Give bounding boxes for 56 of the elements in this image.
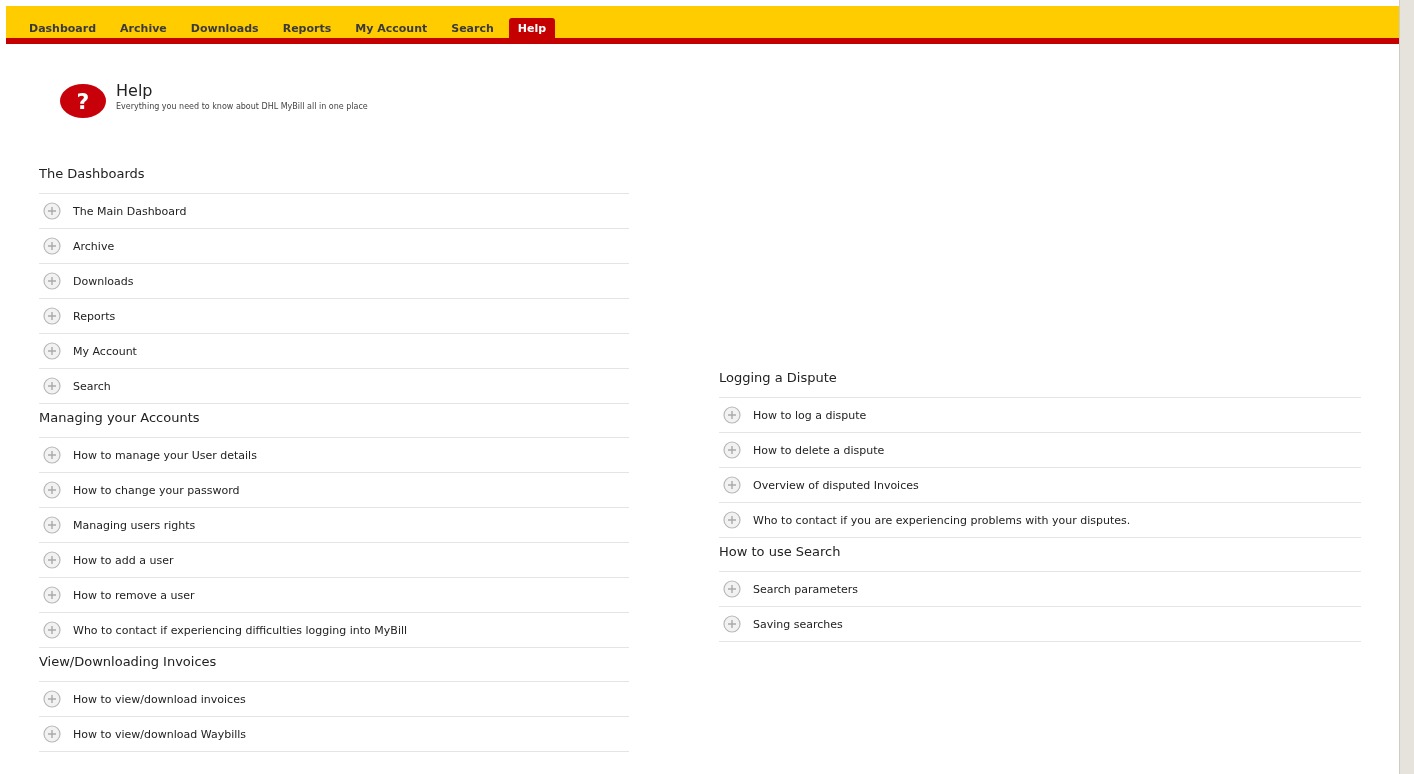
help-topic-link[interactable]: Overview of disputed Invoices [753, 478, 919, 492]
help-topic-link[interactable]: How to view/download Waybills [73, 727, 247, 741]
help-icon: ? [60, 84, 106, 118]
expand-plus-icon[interactable] [723, 476, 741, 494]
help-topic-link[interactable]: How to change your password [73, 483, 240, 497]
expand-plus-icon[interactable] [43, 586, 61, 604]
expand-plus-icon[interactable] [43, 377, 61, 395]
section-title: The Dashboards [39, 160, 629, 194]
nav-tab[interactable]: Archive [111, 18, 176, 38]
expand-plus-icon[interactable] [43, 725, 61, 743]
nav-tab[interactable]: Downloads [181, 18, 268, 38]
help-topic-link[interactable]: Downloads [73, 274, 134, 288]
help-topic-link[interactable]: Managing users rights [73, 518, 196, 532]
page-title: Help [116, 81, 154, 100]
expand-plus-icon[interactable] [723, 580, 741, 598]
section-title: View/Downloading Invoices [39, 648, 629, 682]
help-topic-link[interactable]: My Account [73, 344, 137, 358]
expand-plus-icon[interactable] [43, 516, 61, 534]
help-topic-link[interactable]: How to remove a user [73, 588, 195, 602]
section-title: Logging a Dispute [719, 364, 1361, 398]
nav-tab[interactable]: Dashboard [20, 18, 106, 38]
expand-plus-icon[interactable] [43, 237, 61, 255]
help-topic-link[interactable]: How to manage your User details [73, 448, 257, 462]
expand-plus-icon[interactable] [43, 446, 61, 464]
help-topic-link[interactable]: Who to contact if experiencing difficulties logging into MyBill [73, 623, 408, 637]
section-title: How to use Search [719, 538, 1361, 572]
section-title: Managing your Accounts [39, 404, 629, 438]
expand-plus-icon[interactable] [723, 511, 741, 529]
nav-tab[interactable]: Search [442, 18, 503, 38]
expand-plus-icon[interactable] [43, 621, 61, 639]
expand-plus-icon[interactable] [43, 307, 61, 325]
nav-tab[interactable]: Help [508, 18, 556, 38]
help-topic-link[interactable]: How to log a dispute [753, 408, 867, 422]
expand-plus-icon[interactable] [723, 615, 741, 633]
help-topic-link[interactable]: Who to contact if you are experiencing problems with your disputes. [753, 513, 1131, 527]
expand-plus-icon[interactable] [43, 551, 61, 569]
nav-tab[interactable]: Reports [273, 18, 341, 38]
help-topic-link[interactable]: How to add a user [73, 553, 174, 567]
help-topic-link[interactable]: Saving searches [753, 617, 843, 631]
expand-plus-icon[interactable] [43, 272, 61, 290]
page-subtitle: Everything you need to know about DHL MyBill all in one place [116, 102, 368, 111]
help-topic-link[interactable]: Search parameters [753, 582, 859, 596]
expand-plus-icon[interactable] [723, 406, 741, 424]
help-topic-link[interactable]: Search [73, 379, 111, 393]
help-topic-link[interactable]: The Main Dashboard [73, 204, 187, 218]
expand-plus-icon[interactable] [43, 481, 61, 499]
expand-plus-icon[interactable] [43, 342, 61, 360]
help-topic-link[interactable]: How to view/download invoices [73, 692, 246, 706]
help-topic-link[interactable]: How to delete a dispute [753, 443, 885, 457]
nav-tab[interactable]: My Account [346, 18, 437, 38]
help-topic-link[interactable]: Reports [73, 309, 116, 323]
help-topic-link[interactable]: Archive [73, 239, 115, 253]
expand-plus-icon[interactable] [723, 441, 741, 459]
scrollbar[interactable] [1399, 0, 1414, 774]
expand-plus-icon[interactable] [43, 690, 61, 708]
expand-plus-icon[interactable] [43, 202, 61, 220]
